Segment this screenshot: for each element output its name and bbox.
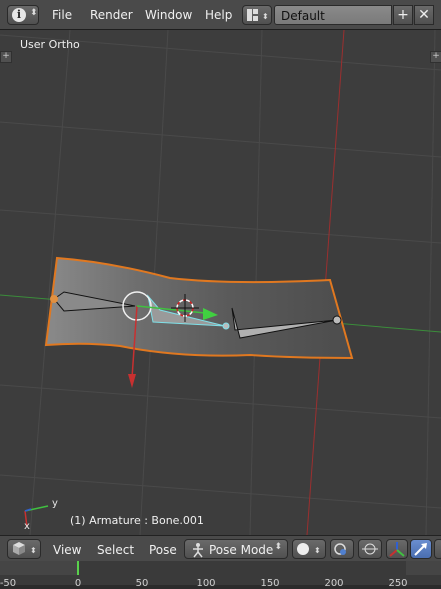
- layout-grid-icon: ⬍: [247, 9, 269, 21]
- pivot-point-button[interactable]: [330, 539, 354, 559]
- timeline-postroll: [406, 561, 441, 575]
- delete-layout-button[interactable]: ✕: [414, 5, 434, 25]
- editor-type-button[interactable]: ⬍: [7, 539, 41, 559]
- manipulator-toggle-button[interactable]: [386, 539, 408, 559]
- timeline-tick: 0: [74, 578, 82, 589]
- menu-file[interactable]: File: [52, 8, 72, 22]
- chevron-updown-icon: ⬍: [30, 8, 38, 18]
- close-icon: ✕: [418, 7, 430, 23]
- axis-widget-x-label: x: [24, 521, 30, 532]
- info-header: i ⬍ File Render Window Help ⬍ Default + …: [0, 0, 441, 30]
- rotate-manipulator-button[interactable]: [434, 539, 441, 559]
- translate-manipulator-button[interactable]: [410, 539, 432, 559]
- pose-mode-icon: [193, 543, 203, 558]
- timeline-tick: 150: [260, 578, 280, 589]
- viewport-canvas: [0, 30, 441, 535]
- menu-render[interactable]: Render: [90, 8, 133, 22]
- view-label: User Ortho: [20, 38, 80, 51]
- screen-layout-name-field[interactable]: Default: [274, 5, 392, 25]
- proportional-edit-button[interactable]: [358, 539, 382, 559]
- menu-view[interactable]: View: [53, 543, 81, 557]
- svg-text:⬍: ⬍: [314, 546, 321, 555]
- interaction-mode-select[interactable]: Pose Mode ⬍: [184, 539, 288, 559]
- proportional-icon: [362, 543, 378, 555]
- bone-joint[interactable]: [222, 322, 230, 330]
- arrow-icon: [414, 543, 427, 556]
- toolshelf-toggle[interactable]: +: [0, 51, 12, 63]
- bone-joint[interactable]: [50, 295, 58, 303]
- editor-type-button[interactable]: i ⬍: [7, 5, 39, 25]
- 3d-view-cube-icon: ⬍: [13, 542, 37, 555]
- menu-help[interactable]: Help: [205, 8, 232, 22]
- interaction-mode-label: Pose Mode: [209, 543, 274, 557]
- pivot-icon: [334, 543, 346, 555]
- chevron-updown-icon: ⬍: [274, 542, 282, 552]
- svg-text:⬍: ⬍: [30, 546, 37, 555]
- timeline-tick: -50: [0, 578, 17, 589]
- menu-select[interactable]: Select: [97, 543, 134, 557]
- object-status-text: (1) Armature : Bone.001: [70, 514, 204, 527]
- timeline-tick: 50: [135, 578, 149, 589]
- timeline-tick: 200: [324, 578, 344, 589]
- plus-icon: +: [397, 7, 409, 23]
- manipulator-icon: [389, 542, 405, 557]
- 3d-view-header: ⬍ View Select Pose Pose Mode ⬍ ⬍: [0, 535, 441, 561]
- screen-layout-browse-button[interactable]: ⬍: [242, 5, 272, 25]
- viewport-shading-button[interactable]: ⬍: [292, 539, 326, 559]
- manipulator-x-arrow[interactable]: [128, 374, 136, 388]
- timeline-tick: 250: [388, 578, 408, 589]
- bone-joint[interactable]: [332, 315, 342, 325]
- solid-sphere-icon: ⬍: [297, 543, 321, 555]
- axis-widget-y-label: y: [52, 498, 58, 509]
- plus-icon: +: [432, 51, 440, 61]
- info-icon: i: [12, 8, 26, 22]
- 3d-viewport[interactable]: y x + + User Ortho (1) Armature : Bone.0…: [0, 30, 441, 535]
- timeline-preroll: [0, 561, 77, 575]
- menu-window[interactable]: Window: [145, 8, 192, 22]
- svg-text:⬍: ⬍: [262, 12, 269, 21]
- timeline-tick: 100: [196, 578, 216, 589]
- plus-icon: +: [2, 51, 10, 61]
- timeline[interactable]: -50 0 50 100 150 200 250: [0, 561, 441, 589]
- properties-toggle[interactable]: +: [430, 51, 441, 63]
- timeline-playhead[interactable]: [77, 561, 79, 575]
- add-layout-button[interactable]: +: [393, 5, 413, 25]
- menu-pose[interactable]: Pose: [149, 543, 177, 557]
